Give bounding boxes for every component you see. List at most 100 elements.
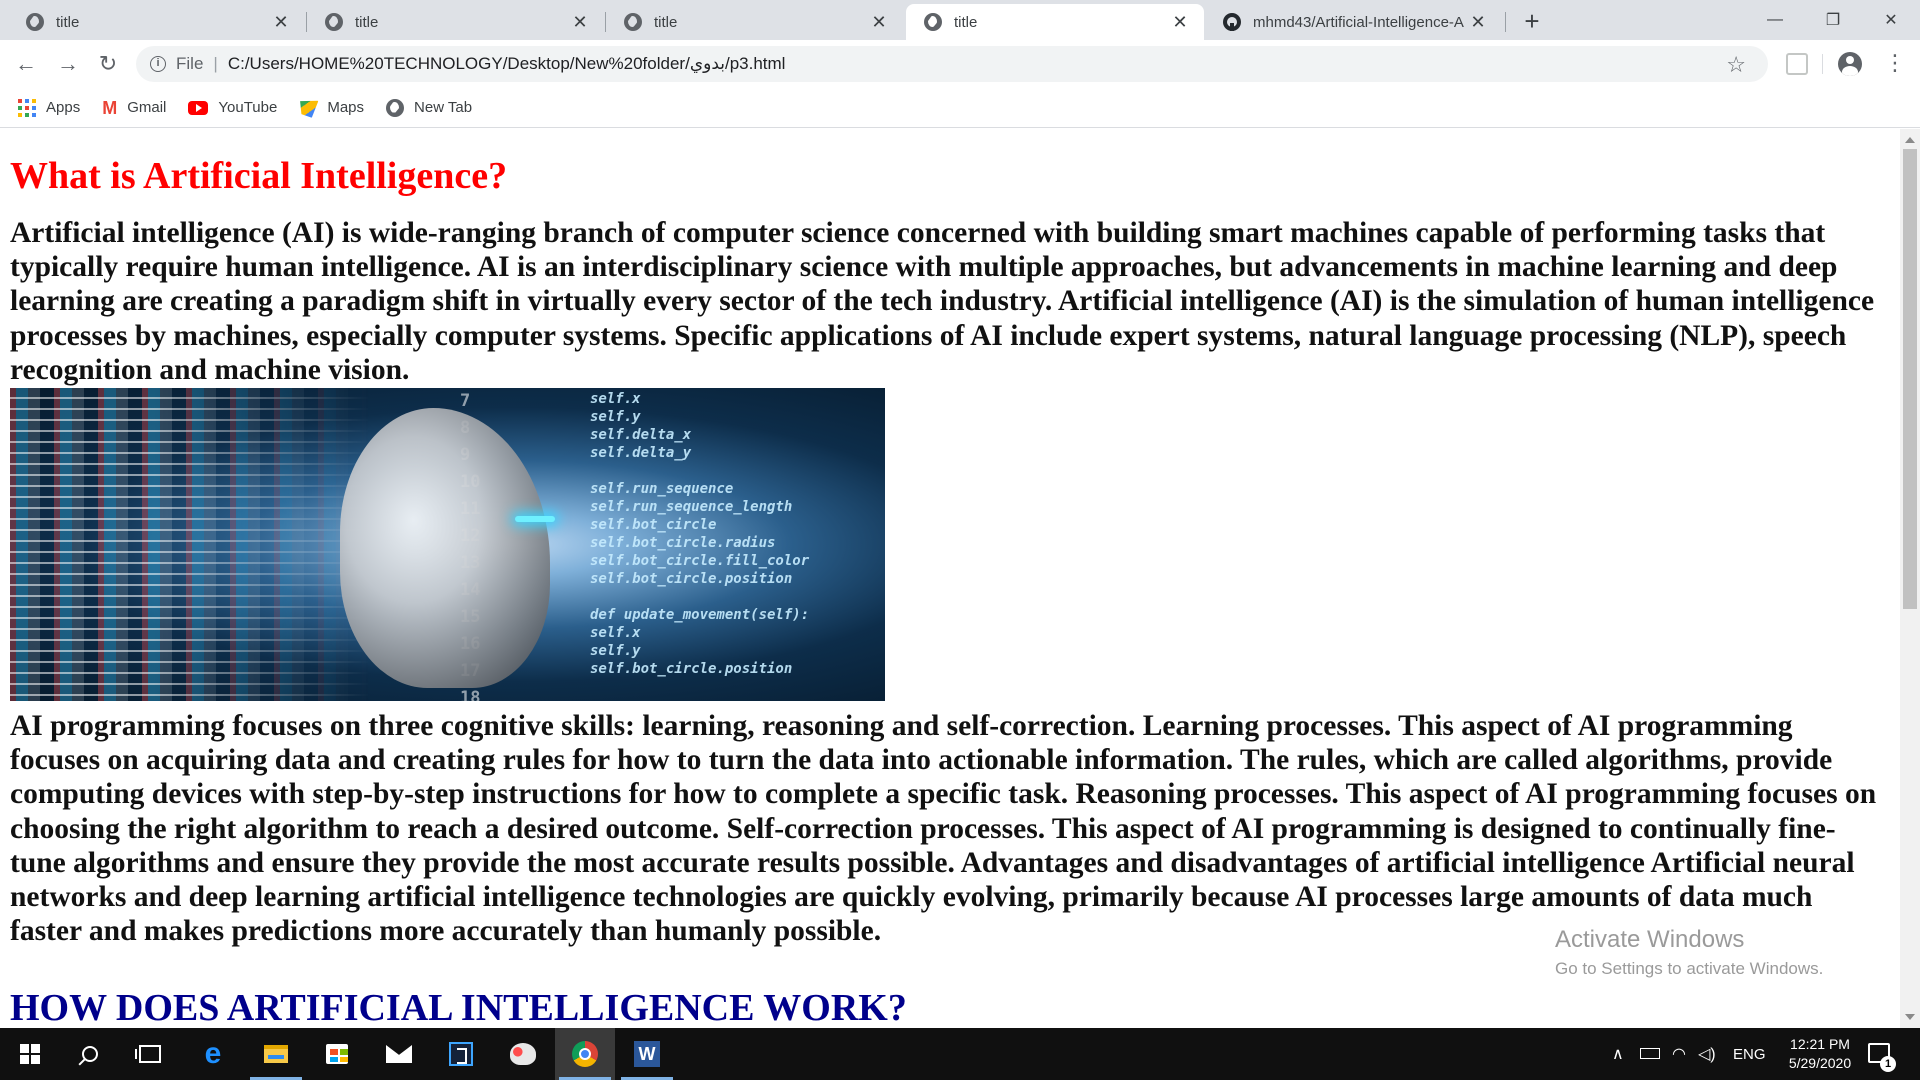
wifi-icon[interactable]: ◠ [1672, 1028, 1686, 1080]
url-text[interactable]: C:/Users/HOME%20TECHNOLOGY/Desktop/New%2… [228, 54, 786, 74]
tab-5[interactable]: mhmd43/Artificial-Intelligence-A ✕ [1205, 4, 1502, 40]
more-menu-icon[interactable]: ⋮ [1884, 50, 1906, 76]
chevron-up-icon: ∧ [1612, 1046, 1624, 1063]
tab-title: mhmd43/Artificial-Intelligence-A [1253, 13, 1464, 31]
tab-title: title [654, 13, 678, 31]
code-line: def update_movement(self): [590, 607, 810, 624]
vertical-scrollbar[interactable] [1900, 129, 1920, 1028]
clock-time: 12:21 PM [1790, 1036, 1850, 1052]
task-view-icon [135, 1045, 161, 1063]
maps-icon [298, 97, 319, 118]
bookmark-label: Maps [327, 99, 365, 116]
star-icon[interactable]: ☆ [1726, 52, 1746, 78]
section-heading: HOW DOES ARTIFICIAL INTELLIGENCE WORK? [10, 987, 907, 1028]
bookmark-youtube[interactable]: YouTube [188, 99, 277, 116]
battery-icon[interactable] [1640, 1048, 1660, 1059]
system-clock[interactable]: 12:21 PM 5/29/2020 [1775, 1035, 1865, 1073]
windows-taskbar: e W ∧ ◠ ◁) ENG 12:21 PM 5/29/2020 1 [0, 1028, 1920, 1080]
restore-button[interactable]: ❐ [1804, 0, 1862, 40]
taskbar-word[interactable]: W [617, 1028, 677, 1080]
bookmark-label: New Tab [414, 99, 473, 116]
code-line: self.delta_y [590, 445, 692, 462]
page-viewport[interactable]: What is Artificial Intelligence? Artific… [0, 129, 1900, 1028]
input-language[interactable]: ENG [1733, 1028, 1766, 1080]
back-button[interactable]: ← [12, 50, 40, 78]
new-tab-button[interactable]: + [1517, 4, 1547, 38]
tab-title: title [56, 13, 80, 31]
taskbar-file-explorer[interactable] [246, 1028, 306, 1080]
file-explorer-icon [264, 1045, 288, 1063]
robot-head-graphic [340, 408, 550, 689]
reload-button[interactable]: ↻ [94, 50, 122, 78]
code-line: self.y [590, 643, 641, 660]
taskbar-mail[interactable] [369, 1028, 429, 1080]
activate-windows-subtitle: Go to Settings to activate Windows. [1555, 959, 1824, 978]
url-separator: | [213, 54, 218, 73]
close-icon[interactable]: ✕ [271, 12, 291, 33]
code-line: self.bot_circle.position [590, 661, 793, 678]
skills-paragraph: AI programming focuses on three cognitiv… [10, 710, 1877, 948]
line-number: 7 [460, 391, 471, 412]
windows-start-icon [20, 1044, 40, 1064]
code-editor-icon [449, 1042, 473, 1066]
globe-icon [386, 98, 405, 117]
code-line: self.y [590, 409, 641, 426]
taskbar-code-editor[interactable] [431, 1028, 491, 1080]
bookmark-maps[interactable]: Maps [299, 99, 364, 117]
task-view-button[interactable] [120, 1028, 180, 1080]
taskbar-snip[interactable] [493, 1028, 553, 1080]
forward-button[interactable]: → [54, 50, 82, 78]
intro-paragraph: Artificial intelligence (AI) is wide-ran… [10, 217, 1875, 386]
taskbar-edge[interactable]: e [183, 1028, 243, 1080]
mail-icon [386, 1045, 412, 1063]
taskbar-search-button[interactable] [60, 1028, 120, 1080]
youtube-icon [188, 100, 209, 115]
bookmark-gmail[interactable]: M Gmail [102, 99, 166, 117]
code-streams-graphic [10, 388, 370, 702]
tab-3[interactable]: title ✕ [606, 4, 903, 40]
scroll-down-icon[interactable] [1905, 1014, 1915, 1020]
tab-strip: title ✕ title ✕ title ✕ title ✕ mhmd43/A… [0, 0, 1920, 40]
start-button[interactable] [0, 1028, 60, 1080]
close-icon[interactable]: ✕ [1468, 12, 1488, 33]
show-hidden-icons-button[interactable]: ∧ [1612, 1028, 1624, 1080]
close-window-button[interactable]: ✕ [1862, 0, 1920, 40]
globe-icon [624, 13, 642, 31]
code-line: self.bot_circle [590, 517, 717, 534]
close-icon[interactable]: ✕ [1170, 12, 1190, 33]
tab-4-active[interactable]: title ✕ [906, 4, 1204, 40]
chrome-icon [572, 1041, 598, 1067]
taskbar-store[interactable] [307, 1028, 367, 1080]
address-bar[interactable]: i File | C:/Users/HOME%20TECHNOLOGY/Desk… [136, 46, 1768, 82]
bookmark-apps[interactable]: Apps [18, 98, 81, 117]
browser-toolbar: ← → ↻ i File | C:/Users/HOME%20TECHNOLOG… [0, 40, 1920, 88]
page-content: What is Artificial Intelligence? Artific… [10, 129, 1880, 1028]
tab-2[interactable]: title ✕ [307, 4, 604, 40]
extension-icon[interactable] [1786, 53, 1808, 75]
volume-icon[interactable]: ◁) [1698, 1028, 1716, 1080]
close-icon[interactable]: ✕ [869, 12, 889, 33]
scroll-thumb[interactable] [1903, 149, 1917, 609]
code-line: self.x [590, 625, 641, 642]
close-icon[interactable]: ✕ [570, 12, 590, 33]
close-icon: ✕ [1884, 12, 1898, 29]
bookmark-new-tab[interactable]: New Tab [386, 98, 473, 117]
apps-grid-icon [18, 98, 36, 117]
code-line: self.delta_x [590, 427, 692, 444]
page-title: What is Artificial Intelligence? [10, 155, 508, 197]
info-icon[interactable]: i [150, 56, 166, 72]
minimize-button[interactable]: — [1746, 0, 1804, 40]
globe-icon [26, 13, 44, 31]
scroll-up-icon[interactable] [1905, 137, 1915, 143]
tab-title: title [954, 13, 978, 31]
profile-icon[interactable] [1838, 52, 1862, 76]
tab-1[interactable]: title ✕ [8, 4, 305, 40]
taskbar-chrome[interactable] [555, 1028, 615, 1080]
bookmark-label: YouTube [218, 99, 278, 116]
ai-head-image: 7891011121314151617181920 self.xself.yse… [10, 388, 885, 702]
tab-title: title [355, 13, 379, 31]
code-line: self.run_sequence_length [590, 499, 793, 516]
code-text-graphic: self.x self.y self.delta_x self.delta_y sel… [590, 390, 880, 678]
word-icon: W [634, 1041, 660, 1067]
bookmark-label: Apps [46, 99, 81, 116]
